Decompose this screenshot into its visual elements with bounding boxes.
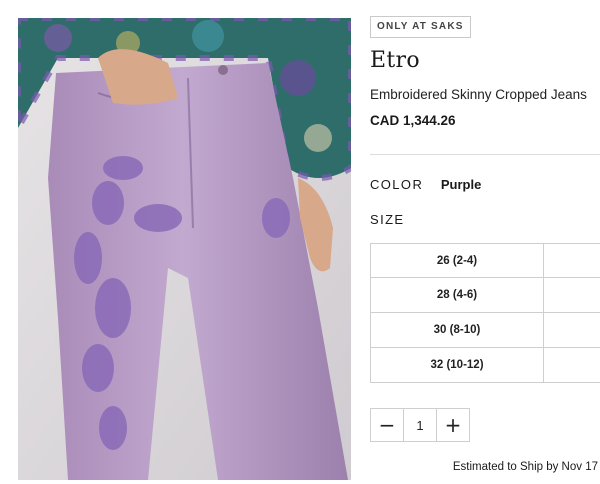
size-option-empty (543, 312, 600, 348)
size-label: SIZE (370, 212, 405, 227)
size-option-empty (543, 243, 600, 278)
size-row: 32 (10-12) (370, 347, 600, 383)
product-details: ONLY AT SAKS Etro Embroidered Skinny Cro… (370, 0, 600, 484)
plus-icon: + (444, 413, 462, 437)
size-option-32[interactable]: 32 (10-12) (370, 347, 544, 383)
size-row: 28 (4-6) (370, 277, 600, 313)
size-option-empty (543, 277, 600, 313)
color-value: Purple (440, 177, 482, 192)
color-selector: COLOR Purple (370, 177, 481, 192)
brand-name[interactable]: Etro (370, 48, 420, 73)
size-row: 26 (2-4) (370, 243, 600, 278)
product-image[interactable] (18, 18, 351, 480)
exclusive-badge: ONLY AT SAKS (370, 16, 471, 38)
minus-icon: − (378, 413, 396, 437)
product-title: Embroidered Skinny Cropped Jeans (370, 87, 587, 102)
color-label: COLOR (370, 177, 424, 192)
quantity-increment-button[interactable]: + (436, 408, 470, 442)
quantity-stepper: − 1 + (370, 408, 470, 442)
size-option-26[interactable]: 26 (2-4) (370, 243, 544, 278)
size-row: 30 (8-10) (370, 312, 600, 348)
divider (370, 154, 600, 155)
shipping-estimate: Estimated to Ship by Nov 17 (452, 461, 598, 473)
quantity-decrement-button[interactable]: − (370, 408, 404, 442)
product-price: CAD 1,344.26 (370, 113, 456, 128)
size-option-28[interactable]: 28 (4-6) (370, 277, 544, 313)
size-grid: 26 (2-4) 28 (4-6) 30 (8-10) 32 (10-12) (370, 243, 600, 383)
size-option-30[interactable]: 30 (8-10) (370, 312, 544, 348)
quantity-value[interactable]: 1 (403, 408, 437, 442)
size-option-empty (543, 347, 600, 383)
